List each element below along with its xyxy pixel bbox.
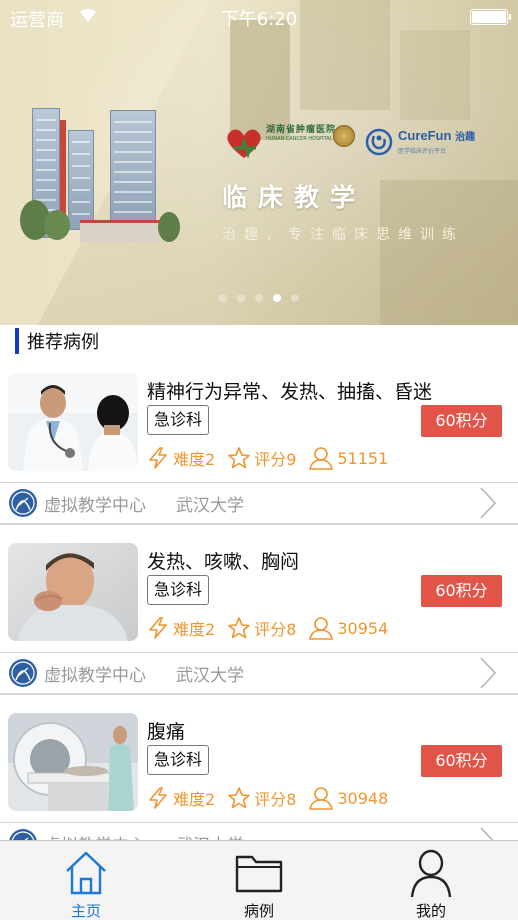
banner-title: 临床教学 bbox=[222, 183, 367, 212]
case-title: 精神行为异常、发热、抽搐、昏迷 bbox=[147, 381, 433, 403]
case-title: 发热、咳嗽、胸闷 bbox=[147, 551, 300, 573]
person-icon bbox=[309, 787, 334, 810]
rating-stat: 评分8 bbox=[227, 616, 296, 640]
chevron-right-icon bbox=[480, 487, 497, 519]
ct-scanner-photo bbox=[8, 713, 138, 811]
university-name: 武汉大学 bbox=[176, 666, 244, 686]
organization-row[interactable]: 虚拟教学中心 武汉大学 bbox=[0, 652, 518, 695]
hospital-logo-text: 湖南省肿瘤医院 HUNAN CANCER HOSPITAL bbox=[266, 125, 337, 143]
case-meta: 难度2 评分8 30948 bbox=[146, 785, 400, 811]
star-icon bbox=[228, 617, 250, 639]
coughing-man-photo bbox=[8, 543, 138, 641]
lightning-icon bbox=[149, 787, 167, 809]
battery-icon bbox=[470, 9, 511, 25]
tab-label: 我的 bbox=[415, 902, 446, 920]
star-icon bbox=[228, 787, 250, 809]
curefun-logo-icon bbox=[365, 128, 393, 156]
case-meta: 难度2 评分9 51151 bbox=[146, 445, 400, 471]
brand-subtitle: 医学临床评价平台 bbox=[398, 148, 447, 155]
lightning-icon bbox=[149, 617, 167, 639]
tab-home[interactable]: 主页 bbox=[26, 841, 146, 920]
star-icon bbox=[228, 447, 250, 469]
doctor-stethoscope-photo bbox=[8, 373, 138, 471]
hospital-logo-icon bbox=[227, 129, 261, 159]
case-card[interactable]: 精神行为异常、发热、抽搐、昏迷 急诊科 60积分 难度2 评分9 51151 虚… bbox=[0, 357, 518, 527]
department-tag: 急诊科 bbox=[147, 575, 210, 605]
tab-label: 病例 bbox=[243, 902, 274, 920]
lightning-icon bbox=[149, 447, 167, 469]
views-stat: 30954 bbox=[308, 616, 388, 640]
seal-icon bbox=[333, 125, 355, 147]
points-badge: 60积分 bbox=[421, 745, 502, 777]
section-accent-bar bbox=[15, 328, 19, 354]
person-icon bbox=[309, 617, 334, 640]
carousel-page-indicator[interactable] bbox=[0, 294, 518, 302]
brand-name: CureFun 治趣 bbox=[398, 128, 476, 143]
department-tag: 急诊科 bbox=[147, 745, 210, 775]
case-meta: 难度2 评分8 30954 bbox=[146, 615, 400, 641]
org-logo-icon bbox=[9, 659, 37, 687]
page-dot[interactable] bbox=[219, 294, 227, 302]
org-name: 虚拟教学中心 bbox=[44, 666, 146, 686]
page-dot-active[interactable] bbox=[273, 294, 281, 302]
case-card[interactable]: 发热、咳嗽、胸闷 急诊科 60积分 难度2 评分8 30954 虚拟教学中心 武… bbox=[0, 527, 518, 697]
status-bar: 运营商 下午6:20 bbox=[0, 0, 518, 34]
tab-mine[interactable]: 我的 bbox=[371, 841, 491, 920]
page-dot[interactable] bbox=[255, 294, 263, 302]
section-header: 推荐病例 bbox=[0, 325, 518, 357]
home-icon bbox=[66, 851, 106, 895]
hospital-building-image bbox=[20, 100, 180, 250]
organization-row[interactable]: 虚拟教学中心 武汉大学 bbox=[0, 482, 518, 525]
difficulty-stat: 难度2 bbox=[146, 616, 215, 640]
tab-bar: 主页 病例 我的 bbox=[0, 840, 518, 920]
org-name: 虚拟教学中心 bbox=[44, 496, 146, 516]
department-tag: 急诊科 bbox=[147, 405, 210, 435]
points-badge: 60积分 bbox=[421, 405, 502, 437]
hero-banner[interactable]: 湖南省肿瘤医院 HUNAN CANCER HOSPITAL CureFun 治趣… bbox=[0, 0, 518, 325]
rating-stat: 评分9 bbox=[227, 446, 296, 470]
clock: 下午6:20 bbox=[220, 9, 298, 30]
difficulty-stat: 难度2 bbox=[146, 786, 215, 810]
folder-icon bbox=[235, 855, 283, 893]
person-icon bbox=[410, 849, 452, 898]
rating-stat: 评分8 bbox=[227, 786, 296, 810]
tab-label: 主页 bbox=[70, 902, 101, 920]
difficulty-stat: 难度2 bbox=[146, 446, 215, 470]
points-badge: 60积分 bbox=[421, 575, 502, 607]
banner-subtitle: 治趣，专注临床思维训练 bbox=[222, 227, 464, 243]
page-dot[interactable] bbox=[291, 294, 299, 302]
tab-cases[interactable]: 病例 bbox=[199, 841, 319, 920]
section-title: 推荐病例 bbox=[27, 332, 99, 353]
case-title: 腹痛 bbox=[147, 721, 186, 743]
page-dot[interactable] bbox=[237, 294, 245, 302]
org-logo-icon bbox=[9, 489, 37, 517]
university-name: 武汉大学 bbox=[176, 496, 244, 516]
views-stat: 30948 bbox=[308, 786, 388, 810]
views-stat: 51151 bbox=[308, 446, 388, 470]
person-icon bbox=[309, 447, 334, 470]
chevron-right-icon bbox=[480, 657, 497, 689]
